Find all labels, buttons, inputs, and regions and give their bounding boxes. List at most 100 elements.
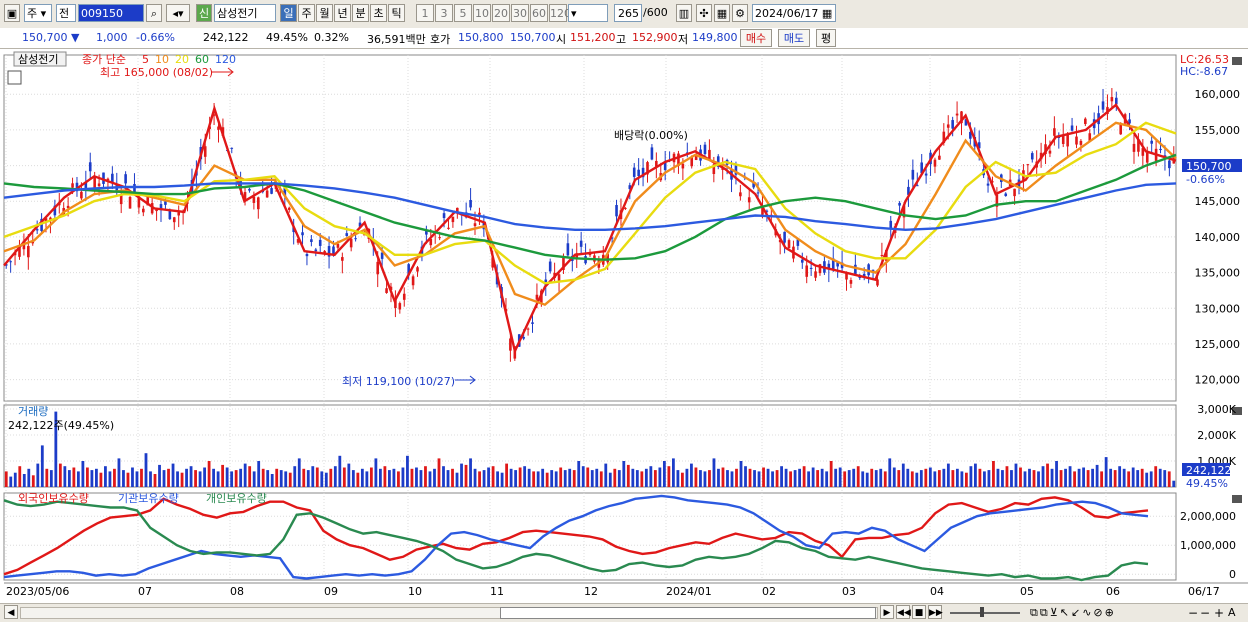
interval-button-3[interactable]: 3 (435, 4, 453, 22)
volume-bar (392, 468, 396, 487)
rewind-icon[interactable]: ◀◀ (896, 605, 911, 619)
scroll-thumb[interactable] (500, 607, 876, 619)
drawing-tools-icons[interactable]: ⧉⧉⊻↖↙∿⊘⊕ (1030, 604, 1116, 622)
stock-chart-area[interactable]: 2023/05/06 07 08 09 10 11 12 2024/01 02 03 04 05 06 0… (0, 49, 1248, 604)
volume-bar (572, 470, 576, 487)
candle-body (301, 232, 304, 236)
volume-bar (45, 468, 49, 487)
chart-scrollbar[interactable]: ◀ ▶ ◀◀ ■ ▶▶ ⧉⧉⊻↖↙∿⊘⊕ − − + A (0, 603, 1248, 622)
scroll-right-icon[interactable]: ▶ (880, 605, 894, 619)
candle-body (385, 288, 388, 293)
candle-body (805, 265, 809, 277)
buy-button[interactable]: 매수 (740, 29, 772, 47)
panel-close-icon-2[interactable] (1232, 495, 1242, 503)
current-price-tag-label: 150,700 (1186, 160, 1232, 173)
holding-panel (3, 494, 1149, 582)
volume-bar (158, 464, 161, 487)
interval-button-10[interactable]: 10 (473, 4, 491, 22)
candle-body (305, 254, 309, 257)
fast-forward-icon[interactable]: ▶▶ (928, 605, 943, 619)
volume-bar (708, 470, 711, 487)
period-button-1[interactable]: 주 (298, 4, 315, 22)
candle-body (1026, 164, 1030, 166)
interval-button-30[interactable]: 30 (511, 4, 529, 22)
interval-custom-select[interactable]: ▾ (568, 4, 608, 22)
volume-bar (987, 470, 991, 487)
volume-bar (1050, 468, 1054, 487)
period-button-6[interactable]: 틱 (388, 4, 405, 22)
date-input[interactable]: 2024/06/17 ▦ (752, 4, 836, 22)
volume-bar (487, 467, 490, 487)
x-axis-label-9: 03 (842, 585, 856, 598)
period-button-2[interactable]: 월 (316, 4, 333, 22)
interval-button-1[interactable]: 1 (416, 4, 434, 22)
high-label: 고 (616, 33, 627, 46)
volume-bar (509, 468, 513, 487)
count-input[interactable]: 265 (614, 4, 642, 22)
window-icon[interactable]: ▣ (4, 4, 20, 22)
volume-bar (974, 463, 977, 487)
interval-button-20[interactable]: 20 (492, 4, 510, 22)
volume-bar (1154, 466, 1158, 487)
chart-toolbar: ▣ 주 ▾ 전 009150 ⌕ ◂▾ 신 삼성전기 일주월년분초틱 1 3 5 10… (0, 0, 1248, 29)
period-type-select[interactable]: 주 ▾ (24, 4, 52, 22)
volume-bar (1109, 468, 1113, 487)
volume-bar (712, 458, 716, 487)
candle-icon[interactable]: ▥ (676, 4, 692, 22)
period-button-0[interactable]: 일 (280, 4, 297, 22)
volume-bar (9, 476, 13, 487)
candle-body (548, 261, 552, 272)
volume-bar (892, 467, 896, 487)
search-icon[interactable]: ⌕ (146, 4, 162, 22)
period-button-3[interactable]: 년 (334, 4, 351, 22)
y-tick-5: 145,000 (1195, 195, 1241, 208)
scroll-left-icon[interactable]: ◀ (4, 605, 18, 619)
print-icon[interactable]: ▦ (714, 4, 730, 22)
volume-bar (1073, 471, 1076, 487)
minus-icon[interactable]: − (1200, 604, 1210, 622)
candle-body (172, 217, 176, 223)
candle-body (442, 213, 446, 218)
zoom-slider-handle[interactable] (980, 607, 984, 617)
y-tick-8: 160,000 (1195, 88, 1241, 101)
ask-price-2: 150,700 (510, 31, 556, 44)
period-button-4[interactable]: 분 (352, 4, 369, 22)
volume-bar (1145, 472, 1149, 487)
auto-scale-icon[interactable]: A (1228, 604, 1236, 622)
prev-select[interactable]: 전 (56, 4, 76, 22)
speaker-icon[interactable]: ◂▾ (166, 4, 190, 22)
candle-body (376, 261, 380, 275)
calc-icon[interactable] (7, 70, 22, 85)
volume-bar (559, 467, 563, 487)
volume-bar (676, 470, 680, 487)
stock-code-input[interactable]: 009150 (78, 4, 144, 22)
candle-body (265, 190, 269, 198)
candle-body (252, 196, 256, 203)
interval-button-60[interactable]: 60 (530, 4, 548, 22)
volume-bar (243, 463, 247, 487)
zoom-in-icon[interactable]: + (1214, 604, 1224, 622)
interval-button-120[interactable]: 120 (549, 4, 571, 22)
candle-body (1084, 118, 1087, 125)
chart-svg[interactable]: 2023/05/06 07 08 09 10 11 12 2024/01 02 03 04 05 06 0… (0, 49, 1248, 604)
trade-amount: 36,591백만 (367, 33, 426, 46)
volume-bar (275, 468, 279, 487)
eval-button[interactable]: 평 (816, 29, 836, 47)
stock-name-field[interactable]: 삼성전기 (214, 4, 276, 22)
volume-bar (735, 468, 738, 487)
sell-button[interactable]: 매도 (778, 29, 810, 47)
candle-body (809, 267, 813, 269)
volume-bar (960, 471, 964, 487)
interval-button-5[interactable]: 5 (454, 4, 472, 22)
crosshair-icon[interactable]: ✣ (696, 4, 712, 22)
period-button-5[interactable]: 초 (370, 4, 387, 22)
zoom-slider[interactable] (950, 612, 1020, 614)
zoom-out-icon[interactable]: − (1188, 604, 1198, 622)
panel-close-icon-0[interactable] (1232, 57, 1242, 65)
stop-icon[interactable]: ■ (912, 605, 926, 619)
volume-bar (532, 471, 536, 487)
candle-body (1159, 148, 1162, 151)
price-panel (3, 67, 1177, 385)
candle-body (257, 197, 260, 210)
gear-icon[interactable]: ⚙ (732, 4, 748, 22)
